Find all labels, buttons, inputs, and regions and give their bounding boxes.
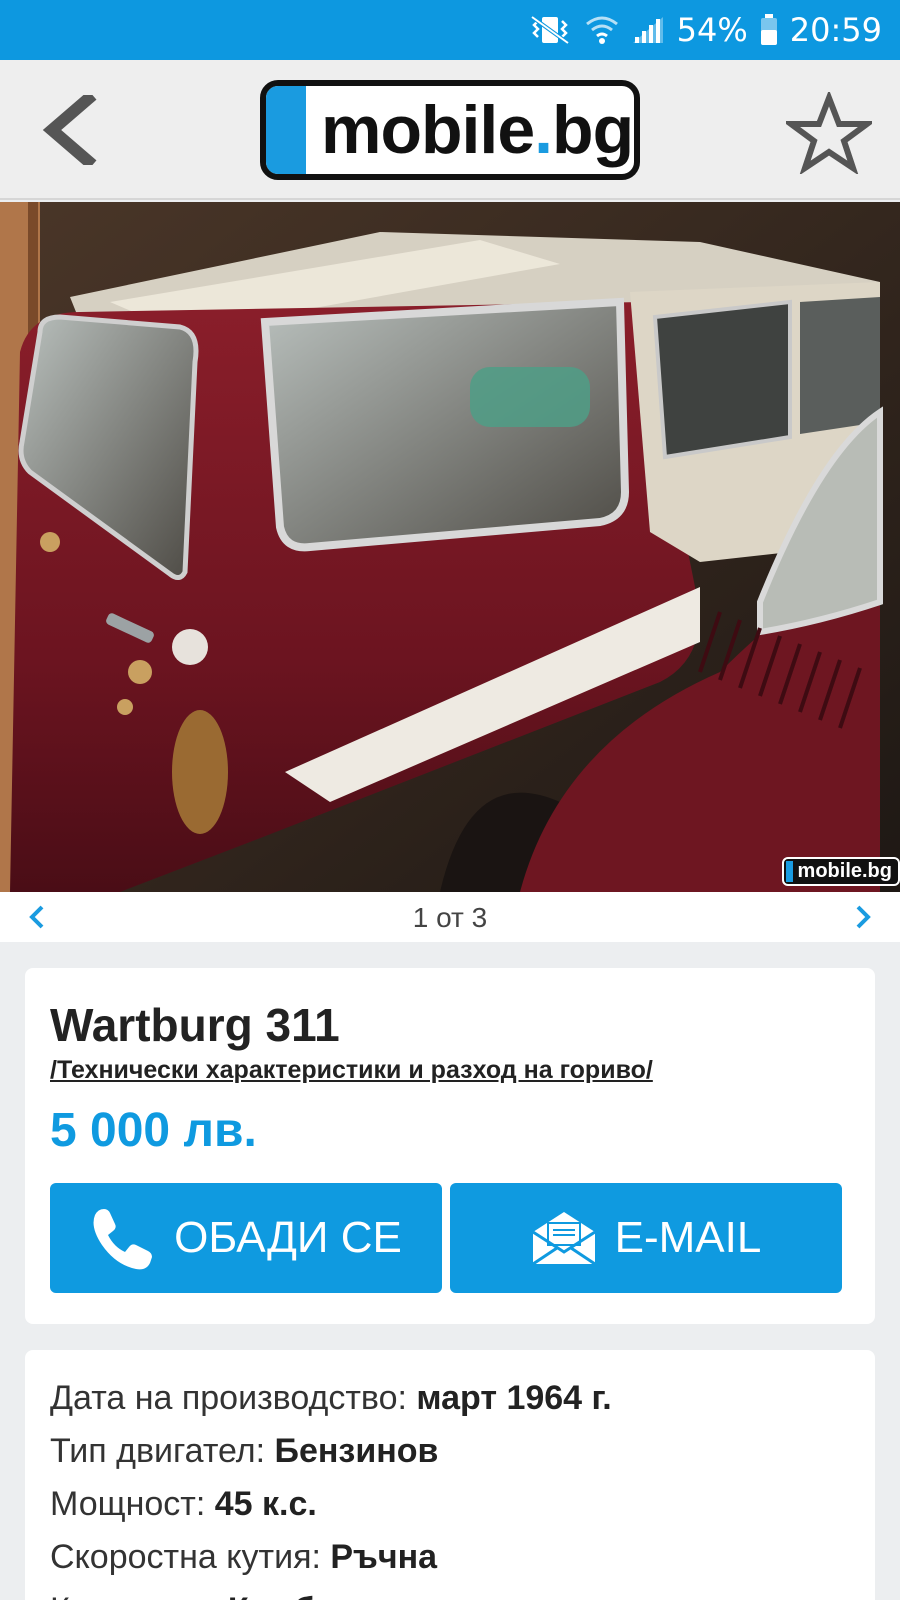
photo-counter: 1 от 3 <box>412 902 488 933</box>
wifi-icon <box>585 14 619 46</box>
battery-percent: 54% <box>676 11 748 49</box>
call-button-label: ОБАДИ СЕ <box>174 1213 402 1262</box>
chevron-right-icon <box>856 905 871 929</box>
email-button-label: E-MAIL <box>614 1213 762 1262</box>
email-button[interactable]: E-MAIL <box>450 1183 842 1293</box>
clock: 20:59 <box>789 11 882 49</box>
vibrate-icon <box>527 15 573 45</box>
details-list: Дата на производство: март 1964 г. Тип д… <box>50 1372 612 1600</box>
detail-row: Скоростна кутия: Ръчна <box>50 1538 438 1576</box>
app-bar: mobile.bg <box>0 60 900 200</box>
call-button[interactable]: ОБАДИ СЕ <box>50 1183 442 1293</box>
battery-icon <box>760 14 778 46</box>
next-photo-button[interactable] <box>848 902 878 932</box>
phone-icon <box>93 1209 153 1270</box>
detail-row: Категория: Комби <box>50 1584 612 1600</box>
details-card: Дата на производство: март 1964 г. Тип д… <box>25 1350 875 1600</box>
envelope-icon <box>531 1212 596 1266</box>
favorite-button[interactable] <box>786 90 872 176</box>
status-bar: 54% 20:59 <box>0 0 900 60</box>
photo-watermark: mobile.bg <box>781 857 900 886</box>
detail-row: Мощност: 45 к.с. <box>50 1485 317 1523</box>
specs-link[interactable]: /Технически характеристики и разход на г… <box>50 1056 653 1085</box>
back-button[interactable] <box>28 90 108 170</box>
star-outline-icon <box>786 92 872 174</box>
signal-icon <box>631 15 665 45</box>
back-arrow-icon <box>42 95 97 165</box>
car-photo[interactable]: mobile.bg <box>0 202 900 892</box>
listing-price: 5 000 лв. <box>50 1104 257 1157</box>
gallery-nav: 1 от 3 <box>0 892 900 942</box>
logo-text: mobile.bg <box>321 92 634 168</box>
listing-card: Wartburg 311 /Технически характеристики … <box>25 968 875 1324</box>
detail-row: Тип двигател: Бензинов <box>50 1432 439 1470</box>
detail-row: Дата на производство: март 1964 г. <box>50 1379 612 1417</box>
logo: mobile.bg <box>260 80 640 180</box>
listing-title: Wartburg 311 <box>50 999 340 1051</box>
logo-stripe <box>266 86 306 174</box>
